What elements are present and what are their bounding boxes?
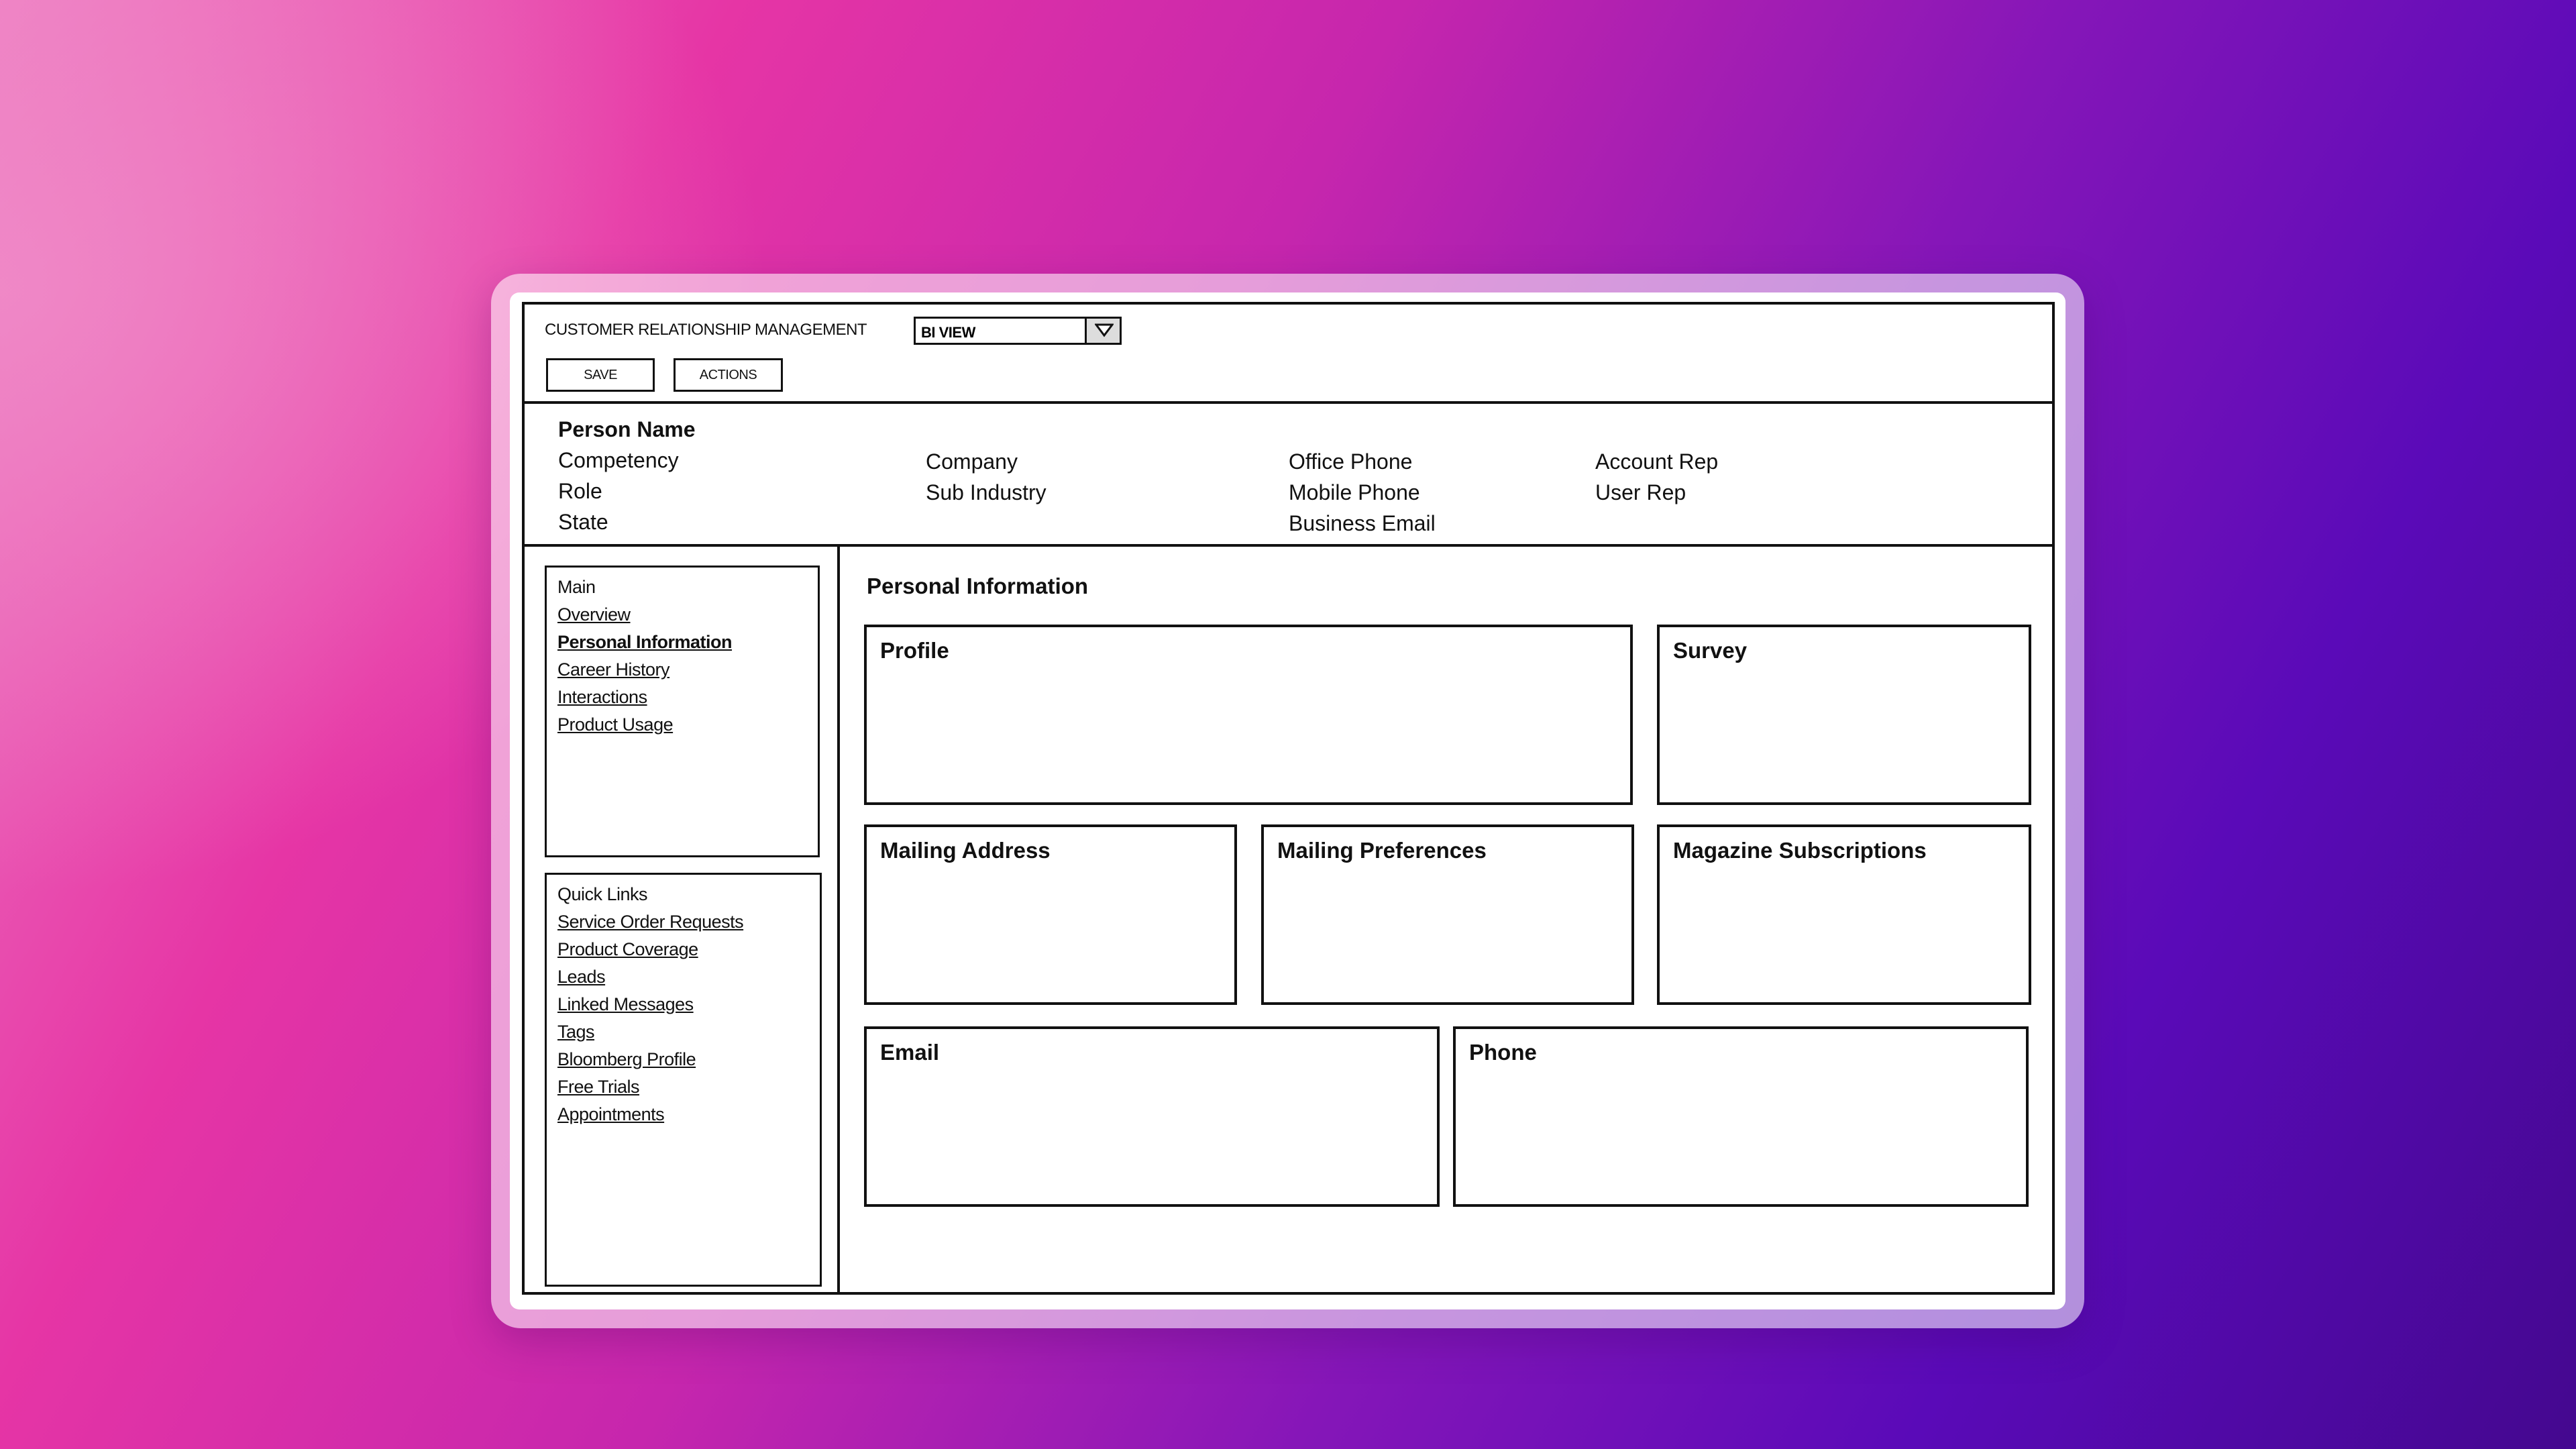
quick-link-tags[interactable]: Tags: [557, 1022, 595, 1042]
chevron-down-icon: [1095, 323, 1114, 337]
magazine-subscriptions-panel: Magazine Subscriptions: [1657, 824, 2031, 1005]
nav-link-interactions[interactable]: Interactions: [557, 687, 647, 708]
view-select[interactable]: BI VIEW: [914, 317, 1122, 345]
company-field: Company: [926, 449, 1018, 474]
quick-link-leads[interactable]: Leads: [557, 967, 606, 987]
main-nav: Main Overview Personal Information Caree…: [545, 566, 820, 857]
section-title: Personal Information: [867, 574, 1089, 598]
role-field: Role: [558, 479, 602, 503]
quick-links-heading: Quick Links: [557, 884, 648, 904]
survey-panel-title: Survey: [1673, 638, 1748, 663]
sub-industry-field: Sub Industry: [926, 480, 1046, 504]
nav-link-product-usage[interactable]: Product Usage: [557, 714, 674, 735]
quick-link-bloomberg-profile[interactable]: Bloomberg Profile: [557, 1049, 696, 1070]
mailing-address-panel-title: Mailing Address: [880, 838, 1051, 863]
wireframe: CUSTOMER RELATIONSHIP MANAGEMENT BI VIEW…: [522, 302, 2055, 1295]
nav-link-personal-information[interactable]: Personal Information: [557, 632, 733, 653]
email-panel: Email: [864, 1026, 1440, 1207]
phone-panel-title: Phone: [1469, 1040, 1537, 1065]
mailing-address-panel: Mailing Address: [864, 824, 1237, 1005]
main-nav-heading: Main: [557, 577, 596, 597]
person-summary: Person Name Competency Role State Compan…: [525, 404, 2052, 547]
nav-link-career-history[interactable]: Career History: [557, 659, 670, 680]
person-name: Person Name: [558, 417, 696, 441]
actions-button[interactable]: ACTIONS: [674, 358, 783, 392]
account-rep-field: Account Rep: [1595, 449, 1719, 474]
phone-panel: Phone: [1453, 1026, 2029, 1207]
view-select-toggle[interactable]: [1085, 319, 1120, 343]
user-rep-field: User Rep: [1595, 480, 1686, 504]
email-panel-title: Email: [880, 1040, 940, 1065]
nav-link-overview[interactable]: Overview: [557, 604, 631, 625]
quick-link-service-order-requests[interactable]: Service Order Requests: [557, 912, 744, 932]
mailing-preferences-panel-title: Mailing Preferences: [1277, 838, 1487, 863]
app-title: CUSTOMER RELATIONSHIP MANAGEMENT: [545, 321, 867, 339]
survey-panel: Survey: [1657, 625, 2031, 805]
view-select-value: BI VIEW: [921, 324, 975, 341]
competency-field: Competency: [558, 448, 679, 472]
state-field: State: [558, 510, 608, 534]
quick-link-linked-messages[interactable]: Linked Messages: [557, 994, 694, 1015]
mailing-preferences-panel: Mailing Preferences: [1261, 824, 1634, 1005]
profile-panel-title: Profile: [880, 638, 949, 663]
quick-link-product-coverage[interactable]: Product Coverage: [557, 939, 698, 960]
quick-link-free-trials[interactable]: Free Trials: [557, 1077, 640, 1097]
save-button[interactable]: SAVE: [546, 358, 655, 392]
office-phone-field: Office Phone: [1289, 449, 1413, 474]
profile-panel: Profile: [864, 625, 1633, 805]
main-content: Personal Information Profile Survey Mail…: [840, 547, 2052, 1292]
mobile-phone-field: Mobile Phone: [1289, 480, 1420, 504]
magazine-subscriptions-panel-title: Magazine Subscriptions: [1673, 838, 1927, 863]
business-email-field: Business Email: [1289, 511, 1436, 535]
app-header: CUSTOMER RELATIONSHIP MANAGEMENT BI VIEW…: [525, 305, 2052, 404]
quick-links: Quick Links Service Order Requests Produ…: [545, 873, 822, 1287]
sidebar: Main Overview Personal Information Caree…: [525, 547, 840, 1292]
quick-link-appointments[interactable]: Appointments: [557, 1104, 665, 1125]
